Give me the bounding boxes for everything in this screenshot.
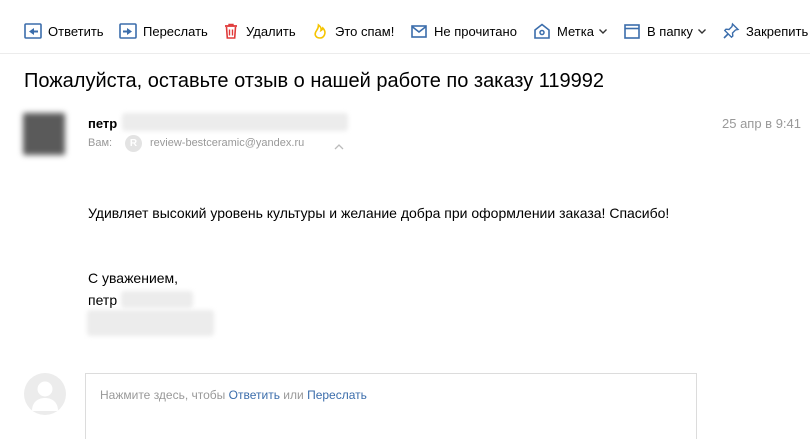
flame-icon — [311, 22, 329, 40]
message-date: 25 апр в 9:41 — [722, 116, 802, 131]
folder-icon — [623, 22, 641, 40]
chevron-up-icon[interactable] — [333, 139, 345, 150]
spam-button[interactable]: Это спам! — [311, 19, 394, 43]
reply-label: Ответить — [48, 23, 104, 39]
label-button[interactable]: Метка — [533, 19, 608, 43]
message-signoff: С уважением, — [88, 270, 179, 286]
quick-reply-box[interactable]: Нажмите здесь, чтобы Ответить или Пересл… — [85, 373, 697, 439]
recipient-badge: R — [125, 135, 142, 152]
mark-unread-button[interactable]: Не прочитано — [410, 19, 517, 43]
delete-button[interactable]: Удалить — [222, 19, 296, 43]
quick-forward-link[interactable]: Переслать — [307, 388, 367, 402]
trash-icon — [222, 22, 240, 40]
delete-label: Удалить — [246, 23, 296, 39]
redacted-sender-surname — [122, 113, 348, 131]
spam-label: Это спам! — [335, 23, 395, 39]
chevron-down-icon — [598, 26, 608, 36]
redacted-signature-detail — [87, 310, 214, 336]
quick-reply-hint: Нажмите здесь, чтобы Ответить или Пересл… — [100, 388, 367, 402]
unread-label: Не прочитано — [434, 23, 517, 39]
label-label: Метка — [557, 23, 594, 39]
chevron-down-icon — [697, 26, 707, 36]
folder-label: В папку — [647, 23, 693, 39]
sender-name[interactable]: петр — [88, 116, 117, 131]
redacted-signature-surname — [121, 291, 193, 308]
reply-button[interactable]: Ответить — [24, 19, 104, 43]
move-to-folder-button[interactable]: В папку — [623, 19, 707, 43]
pin-button[interactable]: Закрепить — [722, 19, 808, 43]
pin-label: Закрепить — [746, 23, 809, 39]
recipient-address[interactable]: review-bestceramic@yandex.ru — [150, 137, 304, 149]
sender-avatar — [23, 113, 65, 155]
message-signature-name: петр — [88, 292, 118, 308]
user-avatar — [24, 373, 66, 415]
tag-icon — [533, 22, 551, 40]
message-toolbar: Ответить Переслать Удалить Это спам! Не … — [0, 0, 810, 54]
pin-icon — [722, 22, 740, 40]
forward-label: Переслать — [143, 23, 208, 39]
reply-icon — [24, 22, 42, 40]
quick-reply-link[interactable]: Ответить — [229, 388, 280, 402]
reply-hint-or: или — [283, 388, 304, 402]
envelope-icon — [410, 22, 428, 40]
message-subject: Пожалуйста, оставьте отзыв о нашей работ… — [24, 70, 605, 92]
reply-hint-prefix: Нажмите здесь, чтобы — [100, 388, 226, 402]
recipient-label: Вам: — [88, 137, 113, 149]
message-body-line: Удивляет высокий уровень культуры и жела… — [88, 205, 670, 221]
forward-icon — [119, 22, 137, 40]
forward-button[interactable]: Переслать — [119, 19, 208, 43]
